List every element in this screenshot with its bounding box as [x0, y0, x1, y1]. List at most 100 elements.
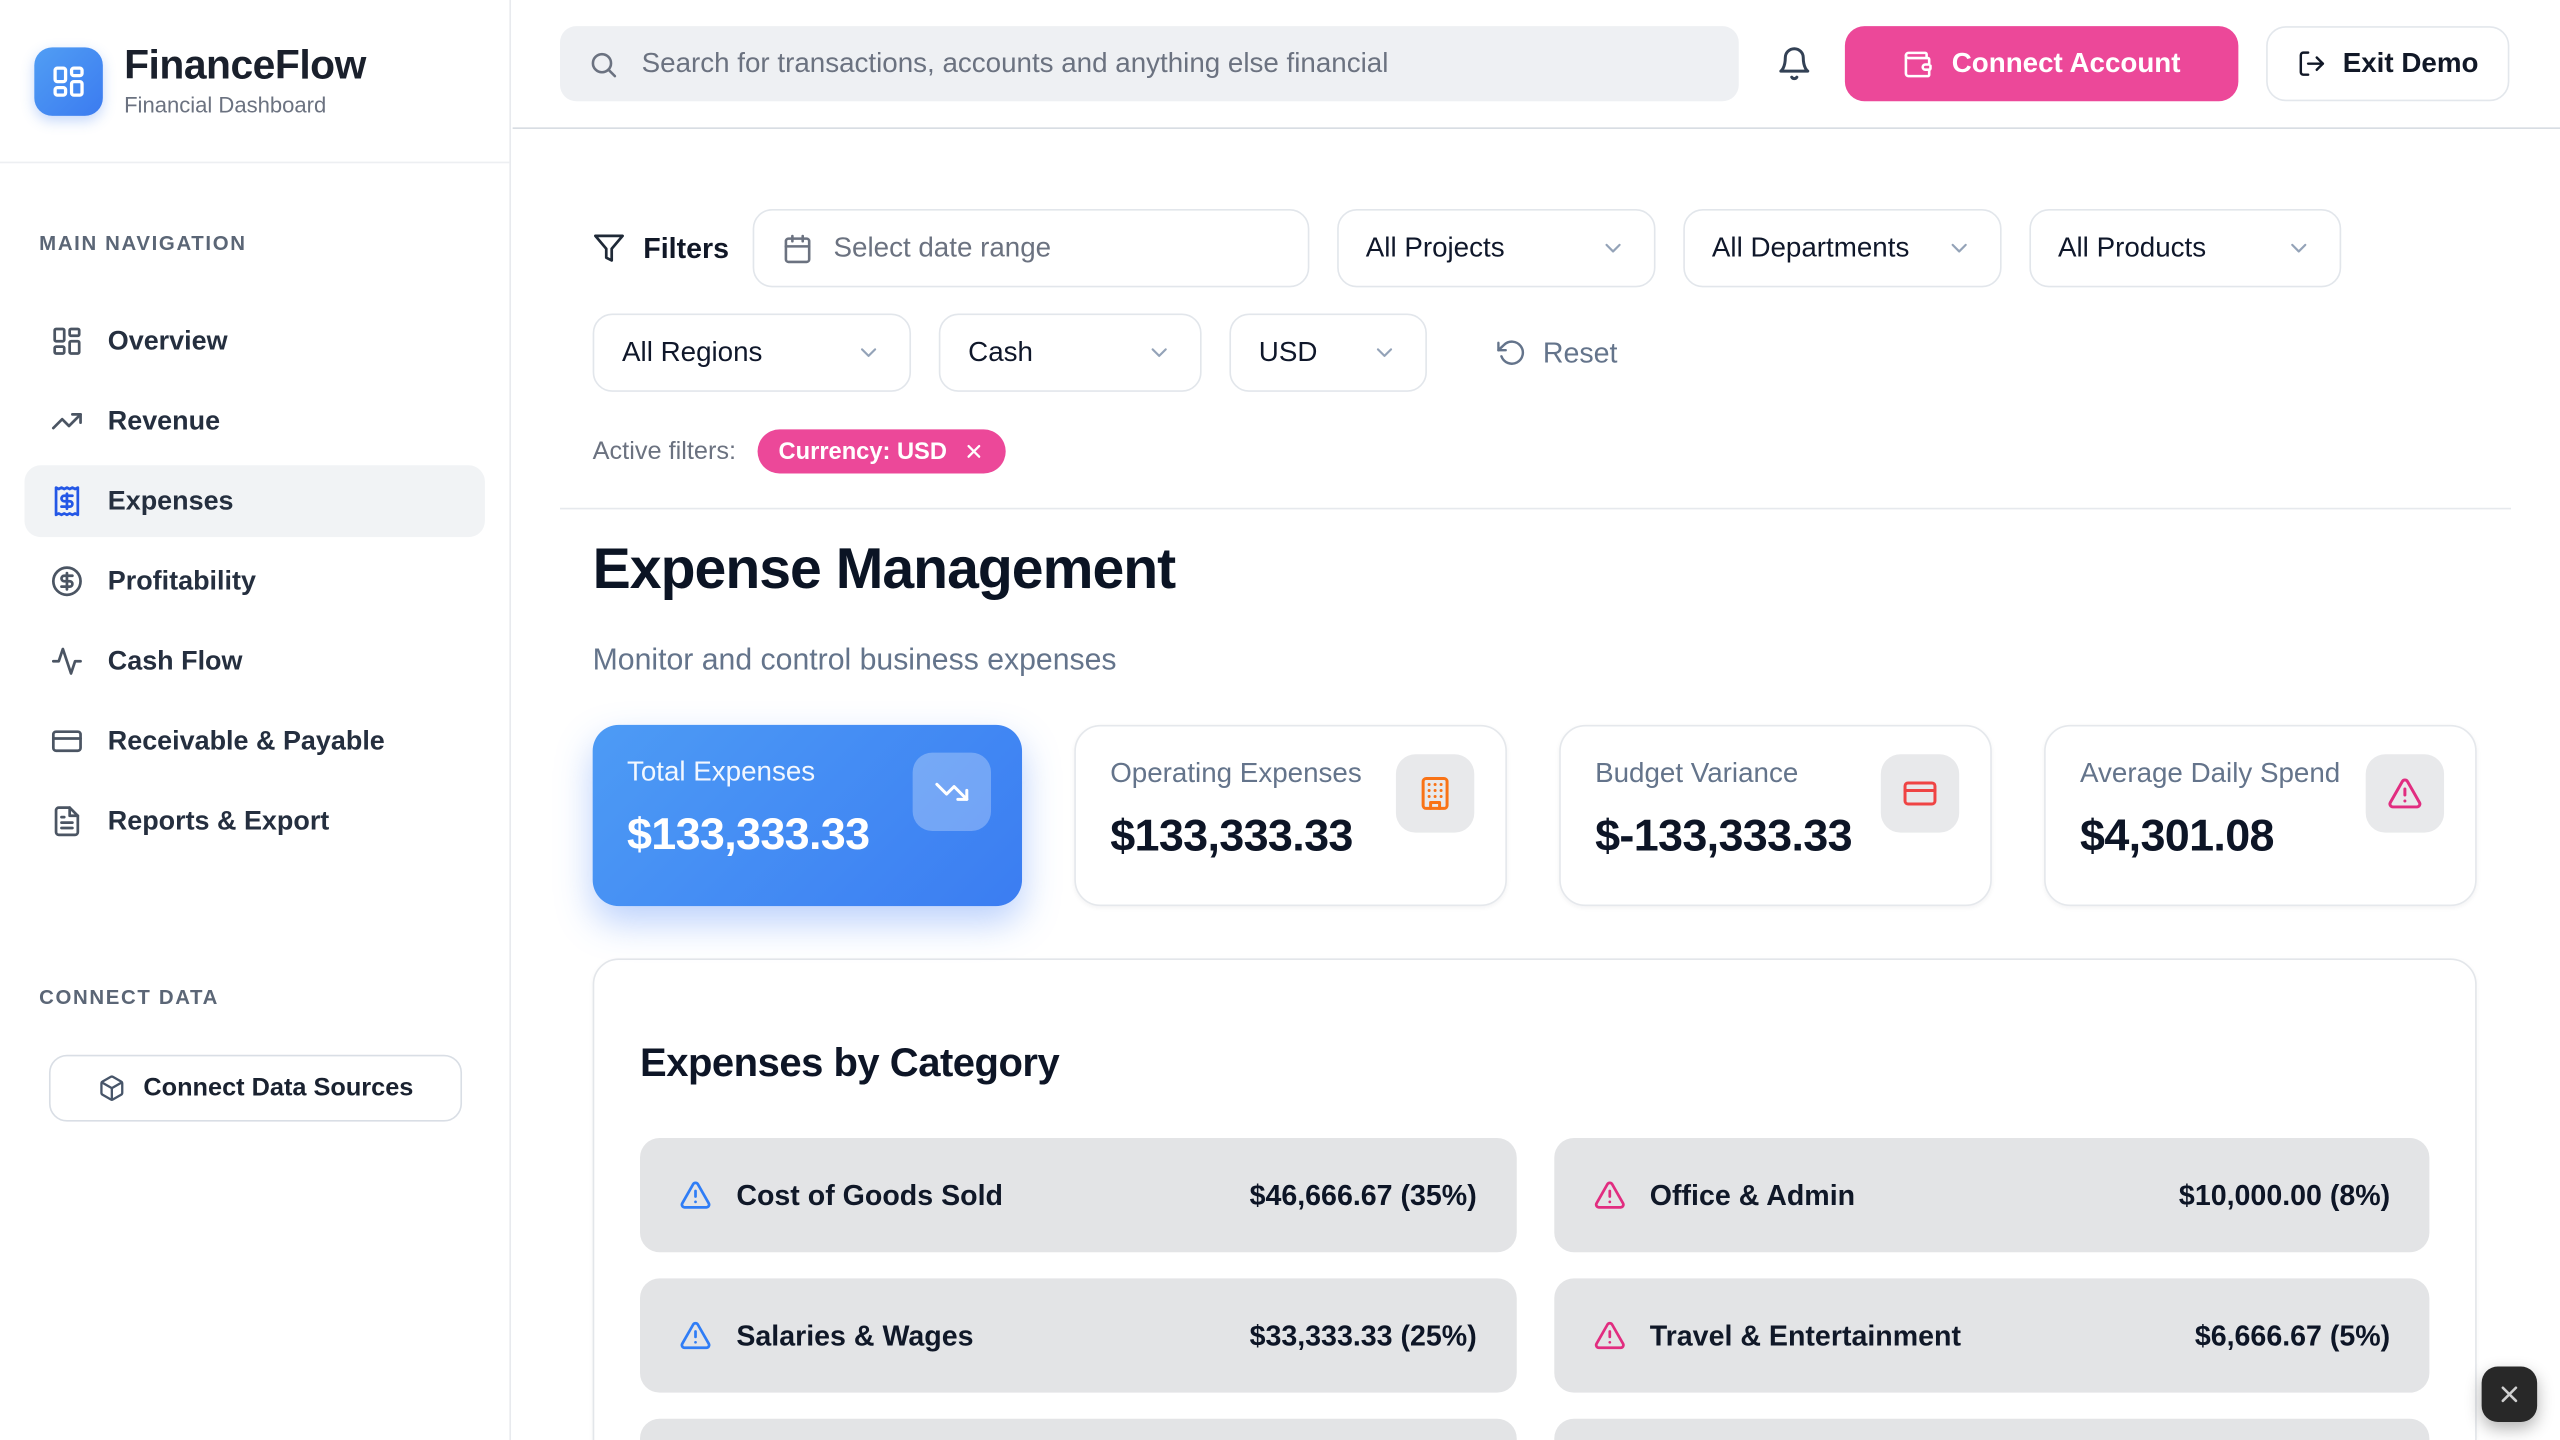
sidebar-item-cash-flow[interactable]: Cash Flow	[24, 625, 484, 697]
search-icon	[588, 48, 619, 79]
app-tagline: Financial Dashboard	[124, 92, 366, 116]
regions-select-value: All Regions	[622, 336, 762, 369]
funnel-icon	[593, 232, 626, 265]
regions-select[interactable]: All Regions	[593, 313, 911, 391]
alert-triangle-icon	[1593, 1319, 1626, 1352]
category-row-office-admin[interactable]: Office & Admin $10,000.00 (8%)	[1553, 1138, 2429, 1252]
app-logo	[34, 47, 103, 116]
connect-account-label: Connect Account	[1952, 47, 2181, 80]
chevron-down-icon	[1146, 340, 1172, 366]
basis-select-value: Cash	[968, 336, 1033, 369]
reset-filters-button[interactable]: Reset	[1487, 334, 1627, 372]
main-navigation: Overview Revenue Expenses Profitability	[24, 305, 484, 857]
category-row-travel-entertainment[interactable]: Travel & Entertainment $6,666.67 (5%)	[1553, 1278, 2429, 1392]
sidebar-item-reports-export[interactable]: Reports & Export	[24, 785, 484, 857]
connect-data-sources-button[interactable]: Connect Data Sources	[49, 1055, 462, 1122]
category-grid: Cost of Goods Sold $46,666.67 (35%) Offi…	[640, 1138, 2429, 1440]
main-content: Filters Select date range All Projects A…	[513, 129, 2560, 1440]
stat-card-operating-expenses[interactable]: Operating Expenses $133,333.33	[1074, 724, 1507, 905]
sidebar-item-label: Profitability	[108, 566, 256, 597]
stat-card-total-expenses[interactable]: Total Expenses $133,333.33	[593, 724, 1022, 905]
filters-header: Filters	[593, 231, 729, 265]
bell-icon	[1776, 46, 1812, 82]
sidebar-item-label: Expenses	[108, 486, 234, 517]
departments-select[interactable]: All Departments	[1682, 209, 2000, 287]
credit-card-icon	[1881, 754, 1959, 832]
basis-select[interactable]: Cash	[939, 313, 1202, 391]
sidebar-item-label: Receivable & Payable	[108, 726, 385, 757]
brand-text: FinanceFlow Financial Dashboard	[124, 45, 366, 117]
category-value: $33,333.33 (25%)	[1250, 1318, 1477, 1352]
category-name: Cost of Goods Sold	[736, 1178, 1003, 1212]
stat-cards: Total Expenses $133,333.33 Operating Exp…	[593, 724, 2477, 905]
layout-dashboard-icon	[51, 325, 84, 358]
alert-triangle-icon	[1593, 1179, 1626, 1212]
connect-account-button[interactable]: Connect Account	[1845, 26, 2238, 101]
category-value: $10,000.00 (8%)	[2179, 1178, 2390, 1212]
category-row-marketing[interactable]: Marketing $20,000.00 (15%)	[640, 1419, 1516, 1440]
global-search[interactable]	[560, 26, 1739, 101]
layout-dashboard-icon	[51, 63, 87, 99]
category-value: $46,666.67 (35%)	[1250, 1178, 1477, 1212]
sidebar-item-receivable-payable[interactable]: Receivable & Payable	[24, 705, 484, 777]
activity-icon	[51, 645, 84, 678]
currency-select[interactable]: USD	[1229, 313, 1427, 391]
category-name: Salaries & Wages	[736, 1318, 973, 1352]
sidebar-item-revenue[interactable]: Revenue	[24, 385, 484, 457]
products-select[interactable]: All Products	[2029, 209, 2341, 287]
log-out-icon	[2297, 49, 2326, 78]
active-filter-chip-currency[interactable]: Currency: USD	[757, 429, 1005, 473]
app-title: FinanceFlow	[124, 45, 366, 88]
chevron-down-icon	[1599, 235, 1625, 261]
trending-down-icon	[913, 752, 991, 830]
category-value: $6,666.67 (5%)	[2195, 1318, 2390, 1352]
reset-label: Reset	[1543, 336, 1618, 370]
projects-select[interactable]: All Projects	[1336, 209, 1654, 287]
connect-section-label: CONNECT DATA	[39, 986, 470, 1009]
category-name: Travel & Entertainment	[1650, 1318, 1961, 1352]
sidebar-item-expenses[interactable]: Expenses	[24, 465, 484, 537]
sidebar-item-overview[interactable]: Overview	[24, 305, 484, 377]
projects-select-value: All Projects	[1366, 232, 1505, 265]
exit-demo-label: Exit Demo	[2343, 47, 2479, 80]
stat-card-budget-variance[interactable]: Budget Variance $-133,333.33	[1559, 724, 1992, 905]
stat-card-average-daily-spend[interactable]: Average Daily Spend $4,301.08	[2044, 724, 2477, 905]
sidebar-item-label: Cash Flow	[108, 646, 243, 677]
active-filter-chip-text: Currency: USD	[779, 438, 947, 464]
page-title: Expense Management	[593, 537, 2477, 603]
date-range-input[interactable]: Select date range	[752, 209, 1309, 287]
close-widget-button[interactable]	[2482, 1367, 2538, 1423]
filters-row-2: All Regions Cash USD	[593, 313, 2477, 391]
credit-card-icon	[51, 725, 84, 758]
chevron-down-icon	[2285, 235, 2311, 261]
expenses-by-category-card: Expenses by Category Cost of Goods Sold …	[593, 958, 2477, 1440]
sidebar-item-profitability[interactable]: Profitability	[24, 545, 484, 617]
connect-data-sources-label: Connect Data Sources	[143, 1073, 413, 1102]
category-name: Office & Admin	[1650, 1178, 1855, 1212]
category-row-salaries-wages[interactable]: Salaries & Wages $33,333.33 (25%)	[640, 1278, 1516, 1392]
trending-up-icon	[51, 405, 84, 438]
category-row-professional-services[interactable]: Professional Services $3,333.33 (3%)	[1553, 1419, 2429, 1440]
close-icon[interactable]	[963, 441, 984, 462]
category-row-cost-of-goods-sold[interactable]: Cost of Goods Sold $46,666.67 (35%)	[640, 1138, 1516, 1252]
search-input[interactable]	[638, 46, 1711, 82]
building-icon	[1396, 754, 1474, 832]
close-icon	[2496, 1381, 2522, 1407]
date-range-placeholder: Select date range	[834, 232, 1052, 265]
alert-triangle-icon	[679, 1179, 712, 1212]
currency-select-value: USD	[1259, 336, 1318, 369]
exit-demo-button[interactable]: Exit Demo	[2266, 26, 2509, 101]
rotate-ccw-icon	[1497, 338, 1526, 367]
section-divider	[560, 508, 2511, 510]
app-root: FinanceFlow Financial Dashboard MAIN NAV…	[0, 0, 2560, 1440]
circle-dollar-icon	[51, 565, 84, 598]
alert-triangle-icon	[679, 1319, 712, 1352]
active-filters-row: Active filters: Currency: USD	[593, 429, 2477, 473]
chevron-down-icon	[1371, 340, 1397, 366]
sidebar-item-label: Reports & Export	[108, 806, 330, 837]
notifications-button[interactable]	[1776, 46, 1812, 82]
sidebar: FinanceFlow Financial Dashboard MAIN NAV…	[0, 0, 511, 1440]
file-text-icon	[51, 805, 84, 838]
topbar: Connect Account Exit Demo	[513, 0, 2560, 129]
page-subtitle: Monitor and control business expenses	[593, 641, 2477, 677]
